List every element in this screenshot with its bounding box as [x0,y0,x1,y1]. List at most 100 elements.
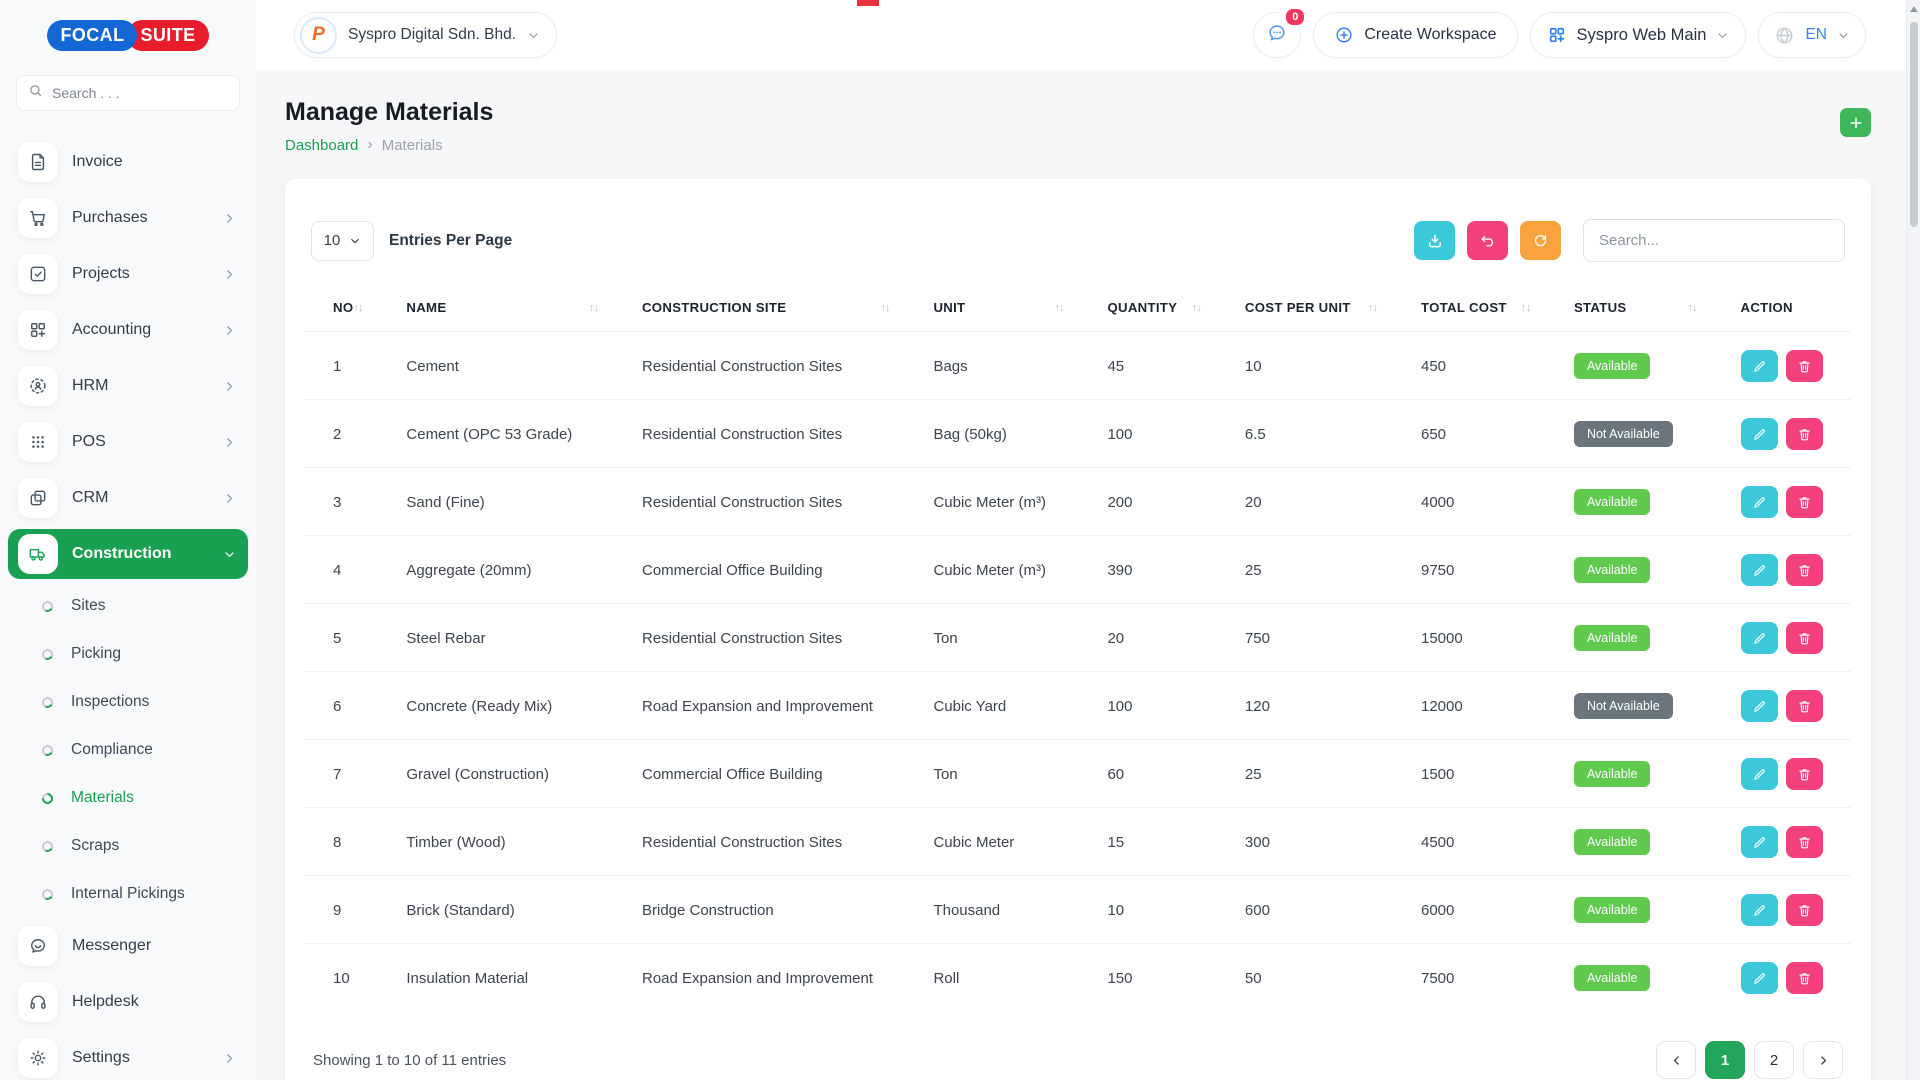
pagination-prev-button[interactable] [1656,1041,1696,1079]
cell-action [1731,332,1851,400]
edit-button[interactable] [1741,690,1778,722]
edit-button[interactable] [1741,350,1778,382]
cell-quantity: 10 [1097,876,1234,944]
cell-no: 2 [305,400,396,468]
status-badge: Available [1574,353,1651,379]
refresh-button[interactable] [1520,221,1561,260]
cell-status: Not Available [1564,672,1731,740]
entries-per-page-select[interactable]: 10 [311,221,374,261]
sidebar-item-hrm[interactable]: HRM [8,361,248,411]
edit-button[interactable] [1741,486,1778,518]
pagination-page-button-1[interactable]: 1 [1705,1041,1745,1079]
pagination-page-button-2[interactable]: 2 [1754,1041,1794,1079]
status-badge: Available [1574,965,1651,991]
language-selector[interactable]: EN [1758,12,1866,58]
chevron-right-icon [223,492,236,505]
sidebar-search-input[interactable] [52,85,228,101]
delete-button[interactable] [1786,554,1823,586]
sidebar-subitem-sites[interactable]: Sites [8,585,248,627]
sidebar-item-construction[interactable]: Construction [8,529,248,579]
sidebar-item-purchases[interactable]: Purchases [8,193,248,243]
chat-button[interactable]: 0 [1253,12,1301,58]
add-material-button[interactable] [1840,108,1871,137]
edit-button[interactable] [1741,962,1778,994]
table-search-input[interactable] [1583,219,1845,262]
column-header-quantity[interactable]: QUANTITY↑↓ [1097,290,1234,332]
delete-button[interactable] [1786,418,1823,450]
hrm-icon [18,366,58,406]
sidebar-subitem-picking[interactable]: Picking [8,633,248,675]
column-header-total-cost[interactable]: TOTAL COST↑↓ [1411,290,1564,332]
column-header-name[interactable]: NAME↑↓ [396,290,632,332]
headphones-icon [18,982,58,1022]
delete-button[interactable] [1786,486,1823,518]
topbar-actions: 0 Create Workspace Syspro Web Main EN [1253,12,1866,58]
sort-arrows-icon[interactable]: ↑↓ [1368,302,1377,314]
sidebar-subitem-internal-pickings[interactable]: Internal Pickings [8,873,248,915]
workspace-selector[interactable]: P Syspro Digital Sdn. Bhd. [294,12,557,58]
column-header-no[interactable]: NO↑↓ [305,290,396,332]
sort-arrows-icon[interactable]: ↑↓ [880,302,889,314]
cell-total-cost: 650 [1411,400,1564,468]
table-row: 3Sand (Fine)Residential Construction Sit… [305,468,1851,536]
sidebar-subitem-materials[interactable]: Materials [8,777,248,819]
create-workspace-button[interactable]: Create Workspace [1313,12,1517,58]
sidebar-item-messenger[interactable]: Messenger [8,921,248,971]
delete-button[interactable] [1786,690,1823,722]
delete-button[interactable] [1786,350,1823,382]
sort-arrows-icon[interactable]: ↑↓ [1054,302,1063,314]
sidebar-subitem-inspections[interactable]: Inspections [8,681,248,723]
sort-arrows-icon[interactable]: ↑↓ [1192,302,1201,314]
cell-no: 9 [305,876,396,944]
pagination-next-button[interactable] [1803,1041,1843,1079]
create-workspace-label: Create Workspace [1364,26,1496,44]
sort-arrows-icon[interactable]: ↑↓ [1688,302,1697,314]
delete-button[interactable] [1786,826,1823,858]
cell-site: Residential Construction Sites [632,468,923,536]
edit-button[interactable] [1741,894,1778,926]
edit-button[interactable] [1741,758,1778,790]
edit-button[interactable] [1741,418,1778,450]
delete-button[interactable] [1786,758,1823,790]
scrollbar-thumb[interactable] [1910,22,1918,227]
cell-action [1731,672,1851,740]
delete-button[interactable] [1786,622,1823,654]
edit-button[interactable] [1741,622,1778,654]
cell-site: Bridge Construction [632,876,923,944]
workspace-menu-button[interactable]: Syspro Web Main [1530,12,1747,58]
edit-button[interactable] [1741,554,1778,586]
edit-button[interactable] [1741,826,1778,858]
cell-cost-per-unit: 600 [1235,876,1411,944]
column-header-construction-site[interactable]: CONSTRUCTION SITE↑↓ [632,290,923,332]
sidebar-subitem-compliance[interactable]: Compliance [8,729,248,771]
sidebar-item-pos[interactable]: POS [8,417,248,467]
undo-button[interactable] [1467,221,1508,260]
sort-arrows-icon[interactable]: ↑↓ [589,302,598,314]
column-header-status[interactable]: STATUS↑↓ [1564,290,1731,332]
delete-button[interactable] [1786,894,1823,926]
window-scrollbar[interactable] [1906,0,1920,1080]
sidebar-subitem-scraps[interactable]: Scraps [8,825,248,867]
sidebar-item-accounting[interactable]: Accounting [8,305,248,355]
cell-quantity: 100 [1097,400,1234,468]
export-download-button[interactable] [1414,221,1455,260]
breadcrumb-dashboard-link[interactable]: Dashboard [285,137,358,154]
cell-quantity: 45 [1097,332,1234,400]
status-badge: Available [1574,761,1651,787]
cell-site: Commercial Office Building [632,740,923,808]
sidebar-item-invoice[interactable]: Invoice [8,137,248,187]
column-header-unit[interactable]: UNIT↑↓ [923,290,1097,332]
pagination: 12 [1656,1041,1843,1079]
column-header-cost-per-unit[interactable]: COST PER UNIT↑↓ [1235,290,1411,332]
sidebar-item-crm[interactable]: CRM [8,473,248,523]
scrollbar-up-arrow-icon[interactable] [1910,6,1918,12]
status-badge: Available [1574,829,1651,855]
sort-arrows-icon[interactable]: ↑↓ [353,302,362,314]
sidebar-item-projects[interactable]: Projects [8,249,248,299]
sidebar-item-helpdesk[interactable]: Helpdesk [8,977,248,1027]
cell-unit: Cubic Meter [923,808,1097,876]
delete-button[interactable] [1786,962,1823,994]
status-badge: Available [1574,897,1651,923]
sidebar-item-settings[interactable]: Settings [8,1033,248,1080]
sort-arrows-icon[interactable]: ↑↓ [1521,302,1530,314]
